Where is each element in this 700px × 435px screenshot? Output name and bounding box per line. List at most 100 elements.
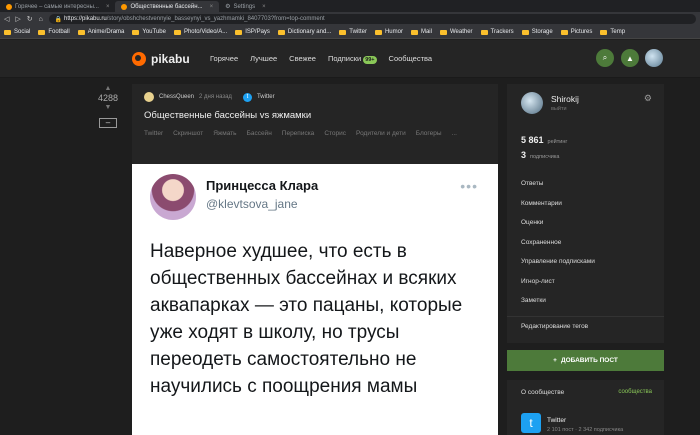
communities-link[interactable]: сообщества (618, 389, 652, 395)
logout-link[interactable]: выйти (551, 106, 567, 112)
post-tags: Twitter Скриншот Яжмать Бассейн Переписка Сто… (144, 130, 484, 137)
folder-icon (339, 29, 347, 35)
folder-icon (4, 29, 11, 35)
reload-icon[interactable]: ↻ (27, 15, 33, 23)
browser-tab[interactable]: ⚙ Settings × (219, 1, 272, 12)
more-options-icon: ••• (460, 178, 478, 194)
pikabu-favicon-icon (6, 3, 12, 10)
sidebar-menu-item[interactable]: Сохраненное (521, 239, 595, 259)
downvote-icon[interactable]: ▼ (93, 103, 123, 112)
post-tag[interactable]: Twitter (144, 130, 163, 137)
browser-tab-active[interactable]: Общественные бассейн... × (115, 1, 220, 12)
bookmark-item[interactable]: Football (38, 29, 70, 35)
post-tag[interactable]: Родители и дети (356, 130, 406, 137)
nav-best[interactable]: Лучшее (250, 54, 277, 63)
browser-tab[interactable]: Горячее – самые интересны... × (0, 1, 115, 12)
tweet-author-handle: @klevtsova_jane (206, 197, 298, 211)
author-avatar[interactable] (144, 92, 154, 102)
bookmark-item[interactable]: Storage (521, 29, 553, 35)
folder-icon (132, 29, 140, 35)
folder-icon (77, 29, 85, 35)
folder-icon (600, 29, 608, 35)
nav-fresh[interactable]: Свежее (289, 54, 316, 63)
tweet-author-name: Принцесса Клара (206, 178, 319, 193)
post-rating: 4288 (97, 93, 119, 103)
folder-icon (277, 29, 285, 35)
user-sidebar: Shirokij выйти ⚙ 5 861 рейтинг 3 подписчик… (507, 84, 664, 343)
bookmark-item[interactable]: Anime/Drama (77, 29, 124, 35)
post-title[interactable]: Общественные бассейны vs яжмамки (144, 110, 311, 121)
nav-hot[interactable]: Горячее (210, 54, 238, 63)
bookmark-item[interactable]: Photo/Video/A... (173, 29, 227, 35)
community-stats: 2 101 пост · 2 342 подписчика (547, 427, 624, 433)
subscriptions-badge: 99+ (363, 56, 377, 64)
upvote-icon[interactable]: ▲ (93, 84, 123, 93)
twitter-community-icon[interactable]: t (521, 413, 541, 433)
sidebar-menu-item[interactable]: Оценки (521, 219, 595, 239)
close-tab-icon[interactable]: × (262, 4, 266, 10)
bookmark-item[interactable]: Temp (600, 29, 625, 35)
back-icon[interactable]: ◁ (4, 15, 9, 23)
bookmark-item[interactable]: Trackers (480, 29, 514, 35)
bookmark-item[interactable]: Mail (410, 29, 432, 35)
post-tag[interactable]: Скриншот (173, 130, 203, 137)
post-card: ChessQueen 2 дня назад t Twitter Обществ… (132, 84, 498, 435)
post-tag[interactable]: Сторис (324, 130, 346, 137)
sidebar-avatar[interactable] (521, 92, 543, 114)
sidebar-menu-item[interactable]: Управление подписками (521, 258, 595, 278)
community-name[interactable]: Twitter (547, 417, 566, 424)
post-source[interactable]: Twitter (257, 94, 275, 100)
bookmark-item[interactable]: Twitter (339, 29, 367, 35)
bookmark-item[interactable]: Dictionary and... (277, 29, 331, 35)
bookmark-item[interactable]: ISP/Pays (235, 29, 270, 35)
settings-favicon-icon: ⚙ (225, 4, 231, 10)
user-subscribers: 3 подписчика (521, 150, 560, 160)
browser-tab-strip: Горячее – самые интересны... × Общественн… (0, 0, 700, 12)
post-tag[interactable]: Бассейн (247, 130, 272, 137)
bookmark-item[interactable]: Pictures (560, 29, 592, 35)
collapse-post-button[interactable]: – (99, 118, 117, 128)
post-tag[interactable]: Переписка (282, 130, 315, 137)
tweet-text: Наверное худшее, что есть в общественных… (150, 241, 463, 397)
post-tag[interactable]: Яжмать (213, 130, 236, 137)
edit-tags-link[interactable]: Редактирование тегов (521, 323, 588, 330)
sidebar-username[interactable]: Shirokij (551, 94, 579, 104)
sidebar-menu-item[interactable]: Ответы (521, 180, 595, 200)
main-nav: Горячее Лучшее Свежее Подписки 99+ Сообще… (210, 54, 433, 64)
tweet-author-avatar (150, 174, 196, 220)
pikabu-logo[interactable]: pikabu (132, 52, 190, 66)
search-icon[interactable]: ⌕ (596, 49, 614, 67)
home-icon[interactable]: ⌂ (39, 16, 43, 23)
folder-icon (560, 29, 568, 35)
sidebar-menu-item[interactable]: Комментарии (521, 200, 595, 220)
folder-icon (410, 29, 418, 35)
nav-subscriptions[interactable]: Подписки 99+ (328, 54, 377, 64)
community-panel: О сообществе сообщества t Twitter 2 101 … (507, 380, 664, 435)
nav-communities[interactable]: Сообщества (389, 54, 433, 63)
post-meta: ChessQueen 2 дня назад t Twitter (144, 92, 275, 102)
bookmark-item[interactable]: Social (4, 29, 30, 35)
pikabu-logo-icon (132, 52, 146, 66)
forward-icon[interactable]: ▷ (15, 15, 20, 23)
bookmark-item[interactable]: YouTube (132, 29, 166, 35)
pikabu-favicon-icon (121, 3, 128, 10)
address-bar: ◁ ▷ ↻ ⌂ 🔒 https://pikabu.ru/story/obshch… (0, 12, 700, 26)
post-tag[interactable]: Блогеры (416, 130, 442, 137)
post-author[interactable]: ChessQueen (159, 94, 194, 100)
sidebar-menu-item[interactable]: Заметки (521, 297, 595, 317)
gear-icon[interactable]: ⚙ (644, 93, 652, 104)
user-rating: 5 861 рейтинг (521, 135, 568, 145)
sidebar-menu-item[interactable]: Игнор-лист (521, 278, 595, 298)
close-tab-icon[interactable]: × (210, 4, 214, 10)
community-header: О сообществе (521, 389, 565, 396)
bookmark-item[interactable]: Humor (374, 29, 403, 35)
folder-icon (235, 29, 243, 35)
url-field[interactable]: 🔒 https://pikabu.ru/story/obshchestvenny… (48, 14, 696, 24)
add-post-button[interactable]: + ДОБАВИТЬ ПОСТ (507, 350, 664, 371)
vote-panel: ▲ 4288 ▼ – (93, 84, 123, 128)
user-avatar[interactable] (645, 49, 663, 67)
close-tab-icon[interactable]: × (106, 4, 110, 10)
bookmark-item[interactable]: Weather (439, 29, 473, 35)
post-tag[interactable]: ... (452, 130, 457, 137)
notifications-bell-icon[interactable]: ▲ (621, 49, 639, 67)
